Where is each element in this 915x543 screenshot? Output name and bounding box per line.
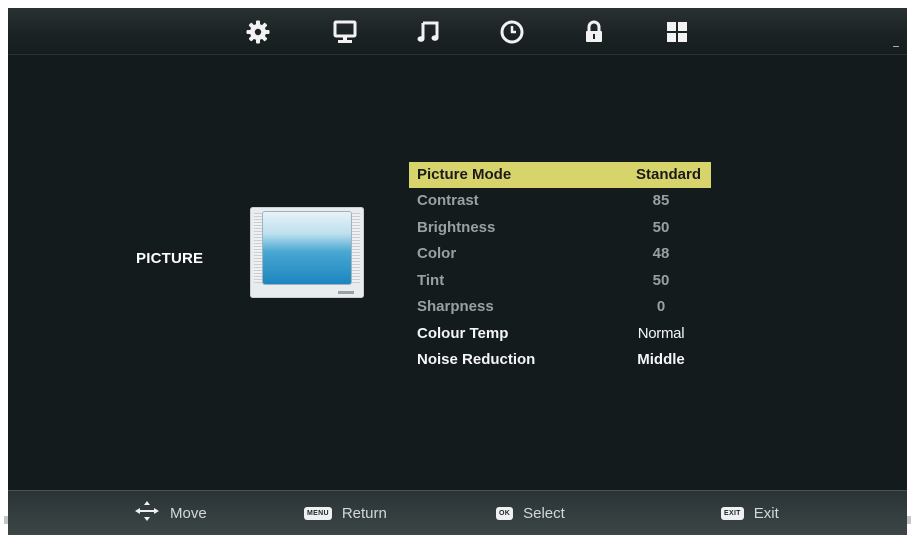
menu-item-value: Normal: [637, 324, 685, 342]
hint-move: Move: [134, 491, 207, 535]
menu-item-colour-temp[interactable]: Colour Temp Normal: [409, 321, 711, 348]
menu-item-value: 48: [652, 245, 670, 262]
menu-item-label: Contrast: [417, 192, 479, 209]
hint-exit-label: Exit: [753, 504, 779, 522]
key-hint-bar: Move MENU Return OK Select EXIT Exit: [8, 490, 907, 535]
menu-item-label: Sharpness: [417, 298, 494, 315]
menu-item-noise-reduction[interactable]: Noise Reduction Middle: [409, 347, 711, 374]
menu-item-value: 0: [656, 298, 666, 315]
menu-item-value: Middle: [637, 351, 685, 368]
hint-return: MENU Return: [304, 491, 387, 535]
menu-item-value: 50: [652, 271, 670, 289]
topbar-tick: [893, 46, 899, 47]
hint-select-label: Select: [523, 504, 565, 522]
menu-item-value: 85: [652, 192, 670, 209]
tv-speaker-grill-left: [254, 213, 262, 283]
menu-item-picture-mode[interactable]: Picture Mode Standard: [409, 162, 711, 188]
menu-item-label: Tint: [417, 271, 445, 289]
monitor-icon[interactable]: [330, 17, 360, 47]
hint-move-label: Move: [170, 504, 207, 522]
category-bar: [8, 8, 907, 55]
menu-item-color[interactable]: Color 48: [409, 241, 711, 268]
tv-brand-badge: [338, 291, 354, 294]
picture-tv-icon: [250, 207, 364, 298]
exit-key-icon: EXIT: [721, 506, 744, 520]
section-title: PICTURE: [136, 250, 204, 267]
menu-item-label: Color: [417, 245, 457, 262]
music-note-icon[interactable]: [413, 17, 443, 47]
frame-notch-left: [4, 516, 8, 524]
picture-settings-menu: Picture Mode Standard Contrast 85 Bright…: [409, 162, 711, 374]
frame-notch-right: [907, 516, 911, 524]
ok-key-icon: OK: [496, 506, 514, 520]
menu-item-value: 50: [652, 218, 670, 236]
menu-item-label: Colour Temp: [417, 324, 509, 342]
menu-item-label: Picture Mode: [417, 166, 512, 183]
menu-item-contrast[interactable]: Contrast 85: [409, 188, 711, 215]
menu-item-value: Standard: [635, 166, 701, 183]
menu-item-brightness[interactable]: Brightness 50: [409, 215, 711, 242]
osd-screen: PICTURE Picture Mode Standard Contrast 8…: [8, 8, 907, 535]
clock-icon[interactable]: [497, 17, 527, 47]
tv-screen-glass: [263, 212, 351, 284]
menu-item-label: Noise Reduction: [417, 351, 536, 368]
move-arrows-icon: [134, 500, 160, 526]
tv-speaker-grill-right: [352, 213, 360, 283]
lock-icon[interactable]: [579, 17, 609, 47]
menu-item-label: Brightness: [417, 218, 496, 236]
gear-icon[interactable]: [243, 17, 273, 47]
grid-icon[interactable]: [662, 17, 692, 47]
hint-return-label: Return: [341, 504, 387, 522]
menu-item-tint[interactable]: Tint 50: [409, 268, 711, 295]
menu-item-sharpness[interactable]: Sharpness 0: [409, 294, 711, 321]
menu-key-icon: MENU: [304, 506, 332, 520]
hint-select: OK Select: [496, 491, 565, 535]
hint-exit: EXIT Exit: [721, 491, 779, 535]
